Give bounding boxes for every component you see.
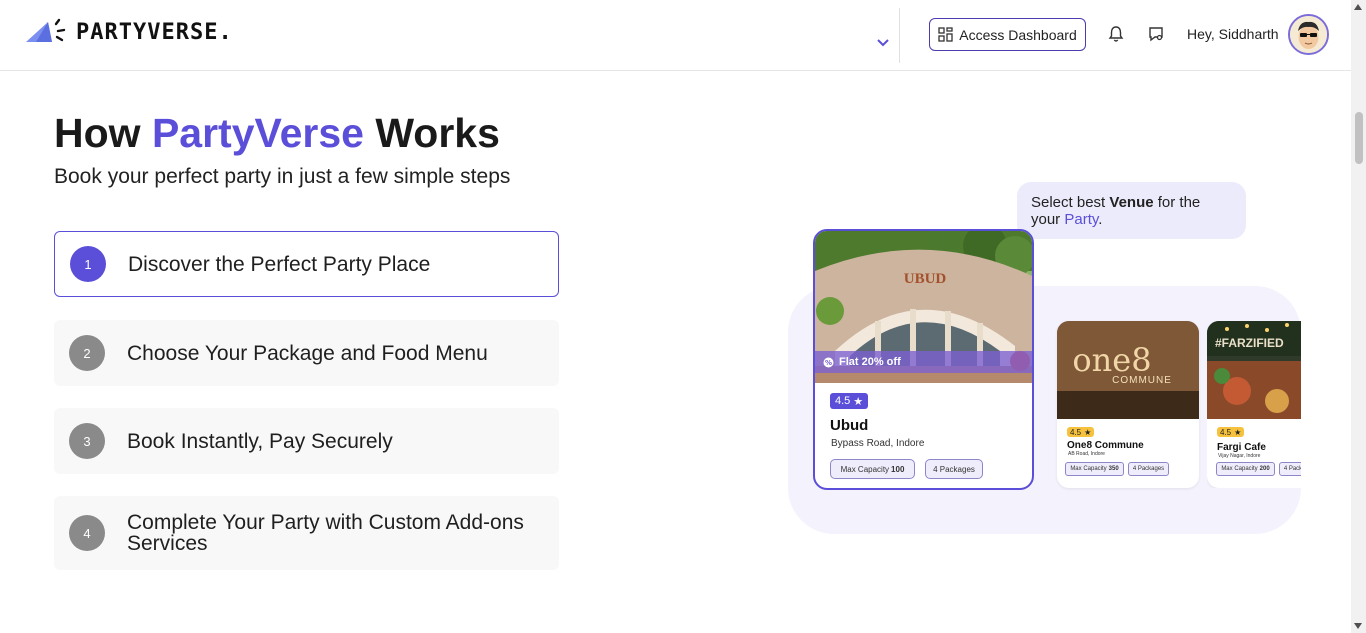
offer-text: Flat 20% off xyxy=(839,356,901,368)
capacity-label: Max Capacity xyxy=(1070,466,1107,472)
packages-chip: 4 Packages xyxy=(925,459,983,479)
venue-address: Bypass Road, Indore xyxy=(831,438,925,449)
venue-card-clip: #FARZIFIED 4.5 ★ Fargi Cafe Vijay Nagar, … xyxy=(1207,321,1301,488)
title-prefix: How xyxy=(54,110,152,156)
venue-photo: one8 COMMUNE xyxy=(1057,321,1199,419)
venue-tooltip: Select best Venue for the your Party. xyxy=(1017,182,1246,239)
bell-icon[interactable] xyxy=(1107,25,1125,43)
grid-icon xyxy=(938,27,953,42)
scroll-down-arrow-icon[interactable] xyxy=(1354,623,1362,629)
rating-value: 4.5 xyxy=(1070,427,1082,437)
tooltip-party: Party xyxy=(1064,211,1099,228)
step-item-2[interactable]: 2 Choose Your Package and Food Menu xyxy=(54,320,559,386)
rating-badge: 4.5 ★ xyxy=(1217,427,1245,437)
avatar-image xyxy=(1290,16,1327,53)
discount-icon: % xyxy=(823,357,834,367)
title-suffix: Works xyxy=(363,110,500,156)
top-header: PARTYVERSE. Access Dashboard Hey, Siddha… xyxy=(0,0,1351,71)
tooltip-venue: Venue xyxy=(1109,194,1154,211)
star-icon: ★ xyxy=(853,395,864,408)
venue-name: Fargi Cafe xyxy=(1217,442,1266,453)
venue-photo: #FARZIFIED xyxy=(1207,321,1301,419)
step-label: Choose Your Package and Food Menu xyxy=(127,341,488,365)
step-item-4[interactable]: 4 Complete Your Party with Custom Add-on… xyxy=(54,496,559,570)
capacity-value: 200 xyxy=(1259,466,1270,472)
step-number: 1 xyxy=(70,246,106,282)
brand-logo[interactable]: PARTYVERSE. xyxy=(26,18,233,46)
user-greeting: Hey, Siddharth xyxy=(1187,26,1279,42)
party-popper-icon xyxy=(26,18,66,42)
venue-card-ubud[interactable]: UBUD % Flat 20% off 4.5 ★ Ubud Bypass Ro… xyxy=(813,229,1034,490)
rating-badge: 4.5 ★ xyxy=(830,393,869,409)
packages-chip: 4 Packages xyxy=(1279,462,1301,476)
capacity-value: 100 xyxy=(891,464,905,474)
venue-sign-text: UBUD xyxy=(904,271,947,287)
star-icon: ★ xyxy=(1234,427,1242,437)
step-label: Complete Your Party with Custom Add-ons … xyxy=(127,511,524,555)
venue-card-one8[interactable]: one8 COMMUNE 4.5 ★ One8 Commune AB Road, … xyxy=(1057,321,1199,488)
venue-card-fargi[interactable]: #FARZIFIED 4.5 ★ Fargi Cafe Vijay Nagar, … xyxy=(1207,321,1301,488)
venue-address: AB Road, Indore xyxy=(1068,451,1105,457)
rating-value: 4.5 xyxy=(1220,427,1232,437)
scroll-up-arrow-icon[interactable] xyxy=(1354,4,1362,10)
step-label: Discover the Perfect Party Place xyxy=(128,252,431,276)
venue-name: Ubud xyxy=(830,417,869,434)
step-label: Book Instantly, Pay Securely xyxy=(127,429,393,453)
offer-badge: % Flat 20% off xyxy=(815,351,1032,373)
packages-chip: 4 Packages xyxy=(1128,462,1169,476)
capacity-label: Max Capacity xyxy=(1221,466,1258,472)
brand-name: PARTYVERSE. xyxy=(76,19,233,45)
user-avatar[interactable] xyxy=(1288,14,1329,55)
rating-value: 4.5 xyxy=(835,395,851,407)
capacity-chip: Max Capacity 100 xyxy=(830,459,915,479)
step-number: 2 xyxy=(69,335,105,371)
step-item-3[interactable]: 3 Book Instantly, Pay Securely xyxy=(54,408,559,474)
chat-icon[interactable] xyxy=(1147,25,1165,43)
page-scrollbar[interactable] xyxy=(1351,0,1366,633)
venue-sign-text: COMMUNE xyxy=(1112,375,1172,386)
header-divider xyxy=(899,8,900,63)
star-icon: ★ xyxy=(1084,427,1092,437)
capacity-chip: Max Capacity 350 xyxy=(1065,462,1124,476)
venue-sign-text: #FARZIFIED xyxy=(1215,336,1284,350)
step-item-1[interactable]: 1 Discover the Perfect Party Place xyxy=(54,231,559,297)
tooltip-text: Select best xyxy=(1031,194,1110,211)
capacity-label: Max Capacity xyxy=(840,464,890,474)
tooltip-text: . xyxy=(1098,211,1103,228)
svg-text:%: % xyxy=(825,359,832,367)
step-number: 4 xyxy=(69,515,105,551)
rating-badge: 4.5 ★ xyxy=(1067,427,1095,437)
venue-sign-text: one8 xyxy=(1072,341,1151,379)
capacity-chip: Max Capacity 200 xyxy=(1216,462,1275,476)
venue-name: One8 Commune xyxy=(1067,440,1144,451)
venue-address: Vijay Nagar, Indore xyxy=(1218,453,1261,459)
chevron-down-icon[interactable] xyxy=(876,38,890,48)
page-subtitle: Book your perfect party in just a few si… xyxy=(54,165,511,188)
scrollbar-thumb[interactable] xyxy=(1355,112,1363,164)
capacity-value: 350 xyxy=(1108,466,1119,472)
step-number: 3 xyxy=(69,423,105,459)
page-title: How PartyVerse Works xyxy=(54,110,500,157)
access-dashboard-label: Access Dashboard xyxy=(959,26,1077,43)
access-dashboard-button[interactable]: Access Dashboard xyxy=(929,18,1086,51)
title-accent: PartyVerse xyxy=(151,110,364,156)
